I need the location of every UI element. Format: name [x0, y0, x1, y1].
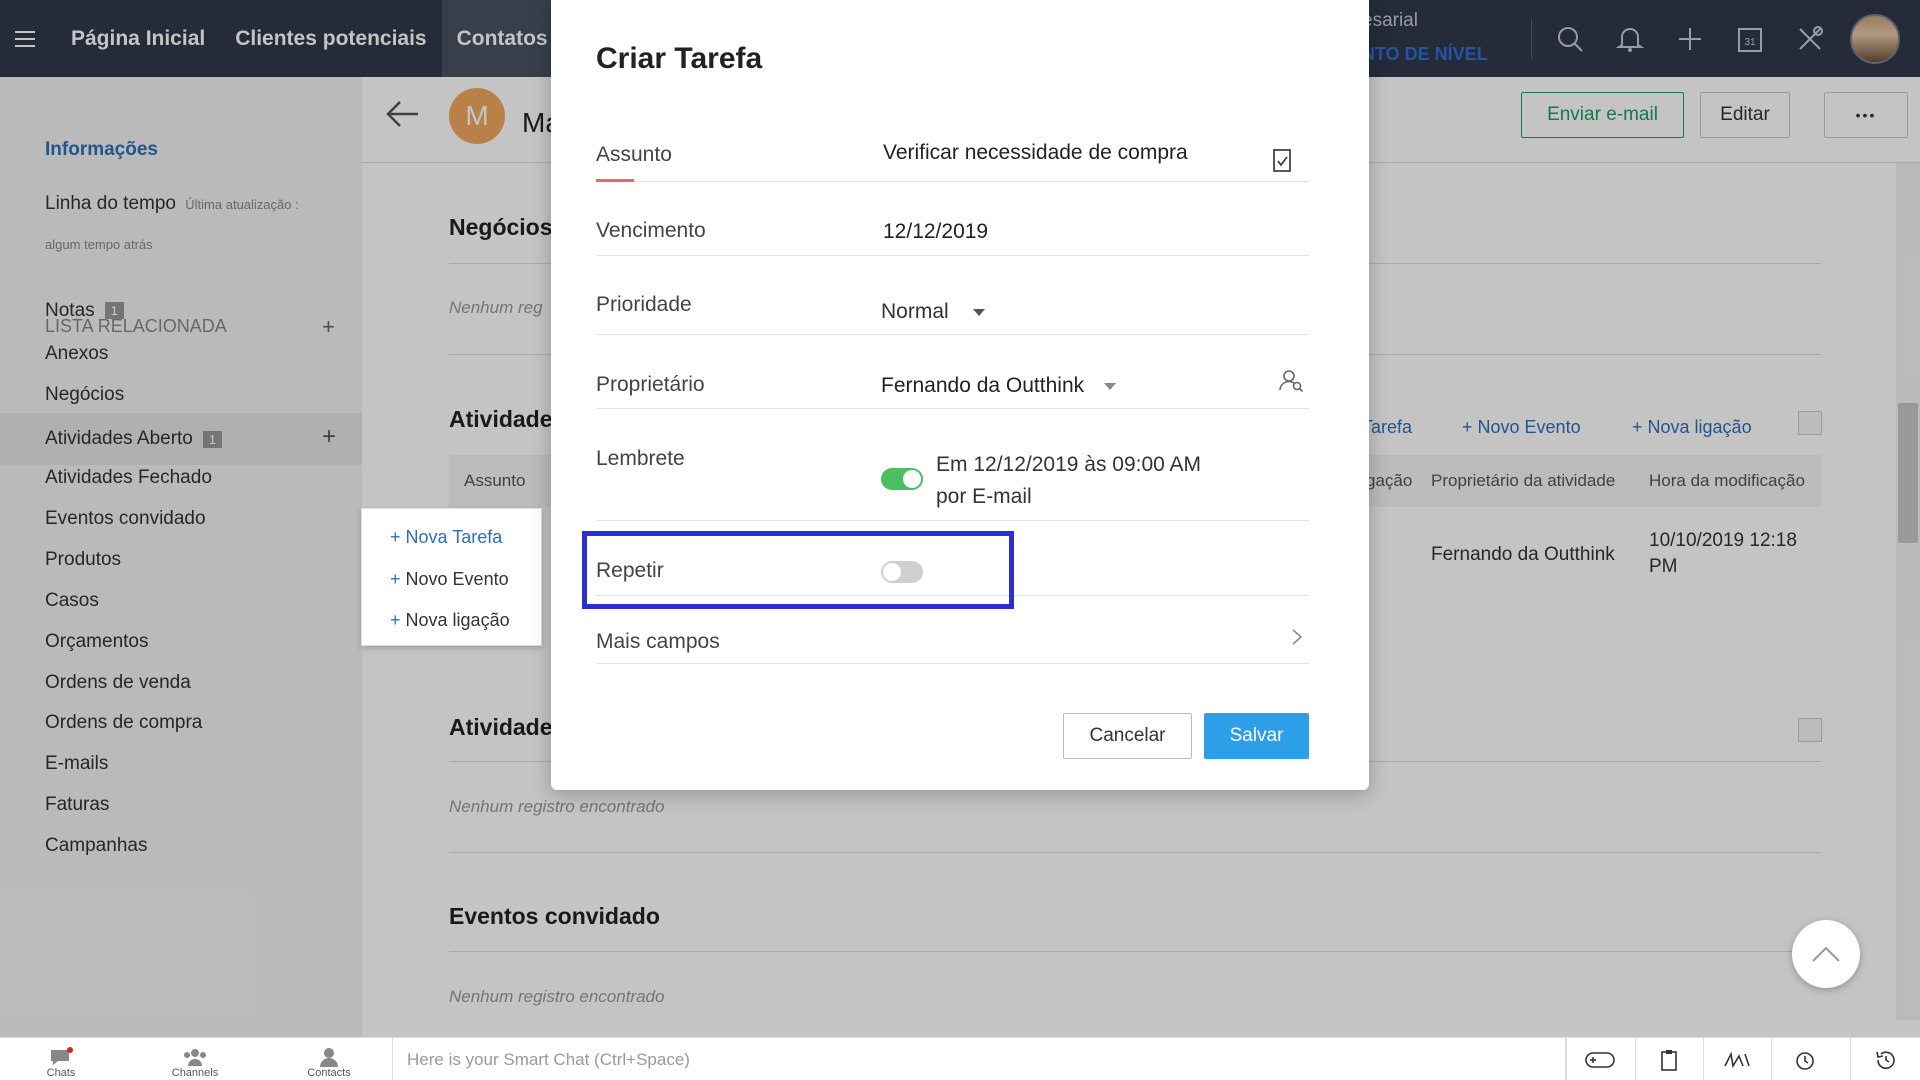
prioridade-select[interactable]: Normal: [881, 300, 985, 324]
highlight-box: [582, 531, 1014, 609]
contacts-button[interactable]: Contacts: [284, 1038, 374, 1080]
assunto-input[interactable]: Verificar necessidade de compra: [883, 141, 1188, 165]
lembrete-channel: por E-mail: [936, 485, 1032, 508]
assunto-label: Assunto: [596, 143, 672, 166]
bottom-bar: Chats Channels Contacts Here is your Sma…: [0, 1037, 1920, 1080]
lembrete-text[interactable]: Em 12/12/2019 às 09:00 AM: [936, 453, 1201, 477]
create-task-modal: Criar Tarefa Assunto Verificar necessida…: [551, 0, 1369, 790]
new-activity-menu: + Nova Tarefa + Novo Evento + Nova ligaç…: [361, 508, 542, 646]
menu-nova-tarefa[interactable]: + Nova Tarefa: [390, 527, 502, 548]
lembrete-label: Lembrete: [596, 447, 685, 470]
contacts-icon: [320, 1048, 338, 1067]
menu-nova-ligacao-label: Nova ligação: [405, 610, 510, 630]
gamepad-icon[interactable]: [1566, 1038, 1632, 1080]
chats-button[interactable]: Chats: [16, 1038, 106, 1080]
menu-nova-ligacao[interactable]: + Nova ligação: [390, 610, 510, 631]
channels-button[interactable]: Channels: [150, 1038, 240, 1080]
field-prioridade: Prioridade Normal: [596, 256, 1309, 335]
field-assunto: Assunto Verificar necessidade de compra: [596, 120, 1309, 182]
channels-label: Channels: [171, 1067, 219, 1079]
vencimento-label: Vencimento: [596, 219, 706, 242]
save-button[interactable]: Salvar: [1204, 713, 1309, 759]
toggle-knob: [903, 470, 921, 488]
user-lookup-icon[interactable]: [1278, 368, 1304, 399]
field-vencimento: Vencimento 12/12/2019: [596, 182, 1309, 256]
mais-campos-label: Mais campos: [596, 630, 720, 653]
cancel-button[interactable]: Cancelar: [1063, 713, 1192, 759]
chats-label: Chats: [46, 1067, 76, 1079]
smart-chat-input[interactable]: Here is your Smart Chat (Ctrl+Space): [392, 1038, 1566, 1080]
field-proprietario: Proprietário Fernando da Outthink: [596, 335, 1309, 409]
clipboard-icon[interactable]: [1635, 1038, 1701, 1080]
prioridade-label: Prioridade: [596, 293, 692, 316]
field-lembrete: Lembrete Em 12/12/2019 às 09:00 AM por E…: [596, 409, 1309, 521]
chat-icon: [51, 1047, 73, 1065]
prioridade-value: Normal: [881, 300, 949, 323]
chevron-right-icon: [1291, 628, 1303, 651]
alarm-icon[interactable]: [1771, 1038, 1837, 1080]
menu-novo-evento-label: Novo Evento: [405, 569, 509, 589]
history-icon[interactable]: [1850, 1038, 1920, 1080]
signature-icon[interactable]: [1703, 1038, 1769, 1080]
menu-nova-tarefa-label: Nova Tarefa: [405, 527, 503, 547]
channels-icon: [184, 1049, 206, 1066]
scroll-to-top-button[interactable]: [1792, 920, 1860, 988]
task-template-icon[interactable]: [1271, 148, 1295, 179]
menu-novo-evento[interactable]: + Novo Evento: [390, 569, 509, 590]
chevron-down-icon: [1103, 382, 1116, 390]
proprietario-select[interactable]: Fernando da Outthink: [881, 374, 1116, 398]
lembrete-toggle[interactable]: [881, 468, 923, 490]
proprietario-label: Proprietário: [596, 373, 705, 396]
vencimento-input[interactable]: 12/12/2019: [883, 220, 988, 244]
proprietario-value: Fernando da Outthink: [881, 374, 1085, 397]
contacts-label: Contacts: [307, 1067, 351, 1079]
chevron-down-icon: [972, 308, 985, 316]
modal-title: Criar Tarefa: [596, 42, 763, 75]
